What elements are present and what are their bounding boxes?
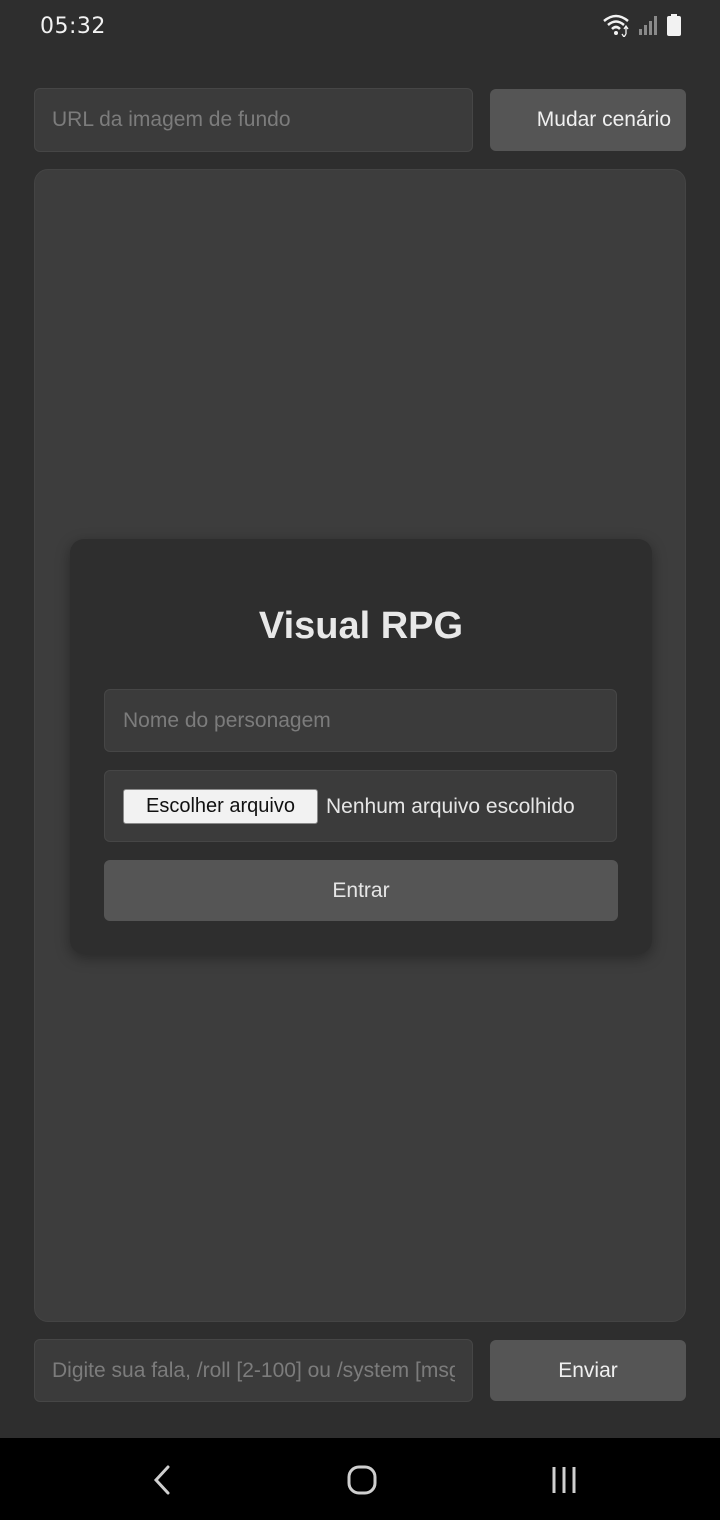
login-card: Visual RPG Escolher arquivo Nenhum arqui… — [70, 539, 652, 954]
back-icon[interactable] — [140, 1458, 184, 1502]
file-status-text: Nenhum arquivo escolhido — [326, 795, 575, 818]
status-bar: 05:32 — [0, 0, 720, 56]
background-url-input[interactable] — [34, 88, 473, 152]
status-icons — [602, 13, 682, 42]
send-button[interactable]: Enviar — [490, 1340, 686, 1401]
status-time: 05:32 — [40, 14, 106, 39]
message-controls: Enviar — [34, 1339, 686, 1402]
character-name-input[interactable] — [104, 689, 617, 752]
avatar-file-picker: Escolher arquivo Nenhum arquivo escolhid… — [104, 770, 617, 842]
navigation-bar — [0, 1438, 720, 1520]
battery-icon — [666, 13, 682, 42]
scene-stage: Visual RPG Escolher arquivo Nenhum arqui… — [34, 169, 686, 1322]
home-icon[interactable] — [340, 1458, 384, 1502]
background-controls: Mudar cenário — [34, 88, 686, 152]
login-title: Visual RPG — [258, 605, 464, 647]
enter-button[interactable]: Entrar — [104, 860, 618, 921]
recents-icon[interactable] — [542, 1458, 586, 1502]
choose-file-button[interactable]: Escolher arquivo — [123, 789, 318, 824]
signal-icon — [638, 14, 658, 41]
change-background-button[interactable]: Mudar cenário — [490, 89, 686, 151]
message-input[interactable] — [34, 1339, 473, 1402]
wifi-icon — [602, 13, 630, 42]
